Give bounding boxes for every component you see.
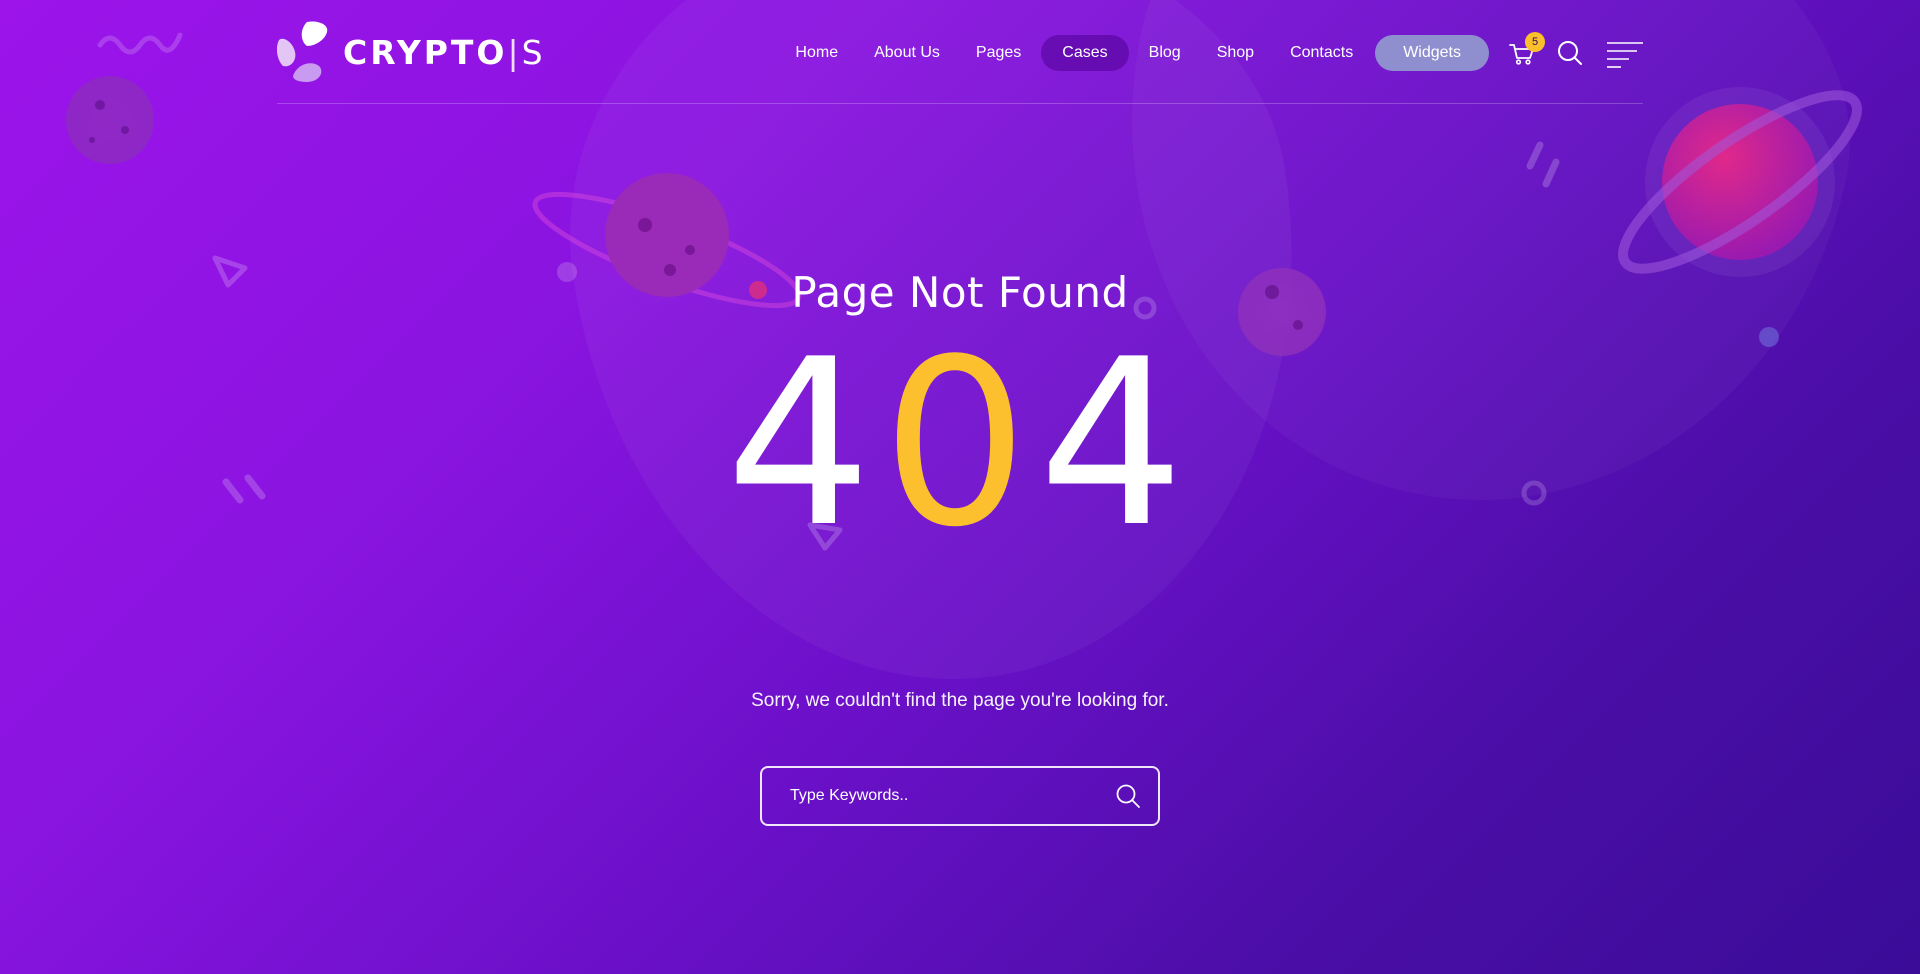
search-form (760, 766, 1160, 826)
nav-item-pages[interactable]: Pages (958, 35, 1039, 71)
page-title: Page Not Found (791, 268, 1129, 317)
cart-button[interactable]: 5 (1507, 32, 1545, 68)
search-input[interactable] (762, 768, 1098, 824)
error-code-digit: 0 (881, 311, 1039, 578)
cart-count-badge: 5 (1525, 32, 1545, 52)
nav-item-home[interactable]: Home (777, 35, 856, 71)
moon-planet (66, 76, 154, 164)
brand-name: CRYPTO (343, 32, 508, 72)
nav-item-contacts[interactable]: Contacts (1272, 35, 1371, 71)
site-header: CRYPTO|S Home About Us Pages Cases Blog … (277, 0, 1643, 104)
widgets-button[interactable]: Widgets (1375, 35, 1489, 71)
nav-item-cases[interactable]: Cases (1041, 35, 1129, 71)
brand-wordmark: CRYPTO|S (343, 33, 546, 72)
header-search-button[interactable] (1555, 38, 1585, 68)
search-icon (1116, 784, 1140, 808)
nav-item-shop[interactable]: Shop (1199, 35, 1272, 71)
brand-logo[interactable]: CRYPTO|S (277, 20, 546, 84)
squiggle-decoration (97, 32, 183, 55)
brand-divider: | (507, 32, 522, 72)
search-submit-button[interactable] (1098, 768, 1158, 824)
error-code-digit: 4 (1038, 311, 1195, 578)
nav-item-blog[interactable]: Blog (1131, 35, 1199, 71)
search-icon (1558, 41, 1582, 65)
main-nav: Home About Us Pages Cases Blog Shop Cont… (777, 32, 1643, 72)
error-code-digit: 4 (725, 311, 882, 578)
planet-ring (1618, 90, 1862, 274)
menu-button[interactable] (1605, 38, 1643, 68)
logo-icon (277, 21, 328, 82)
error-message: Sorry, we couldn't find the page you're … (751, 690, 1169, 711)
brand-suffix: S (521, 32, 546, 72)
nav-item-about-us[interactable]: About Us (856, 35, 958, 71)
menu-icon (1607, 42, 1643, 68)
pink-planet (1662, 104, 1818, 260)
error-code: 404 (0, 330, 1920, 560)
